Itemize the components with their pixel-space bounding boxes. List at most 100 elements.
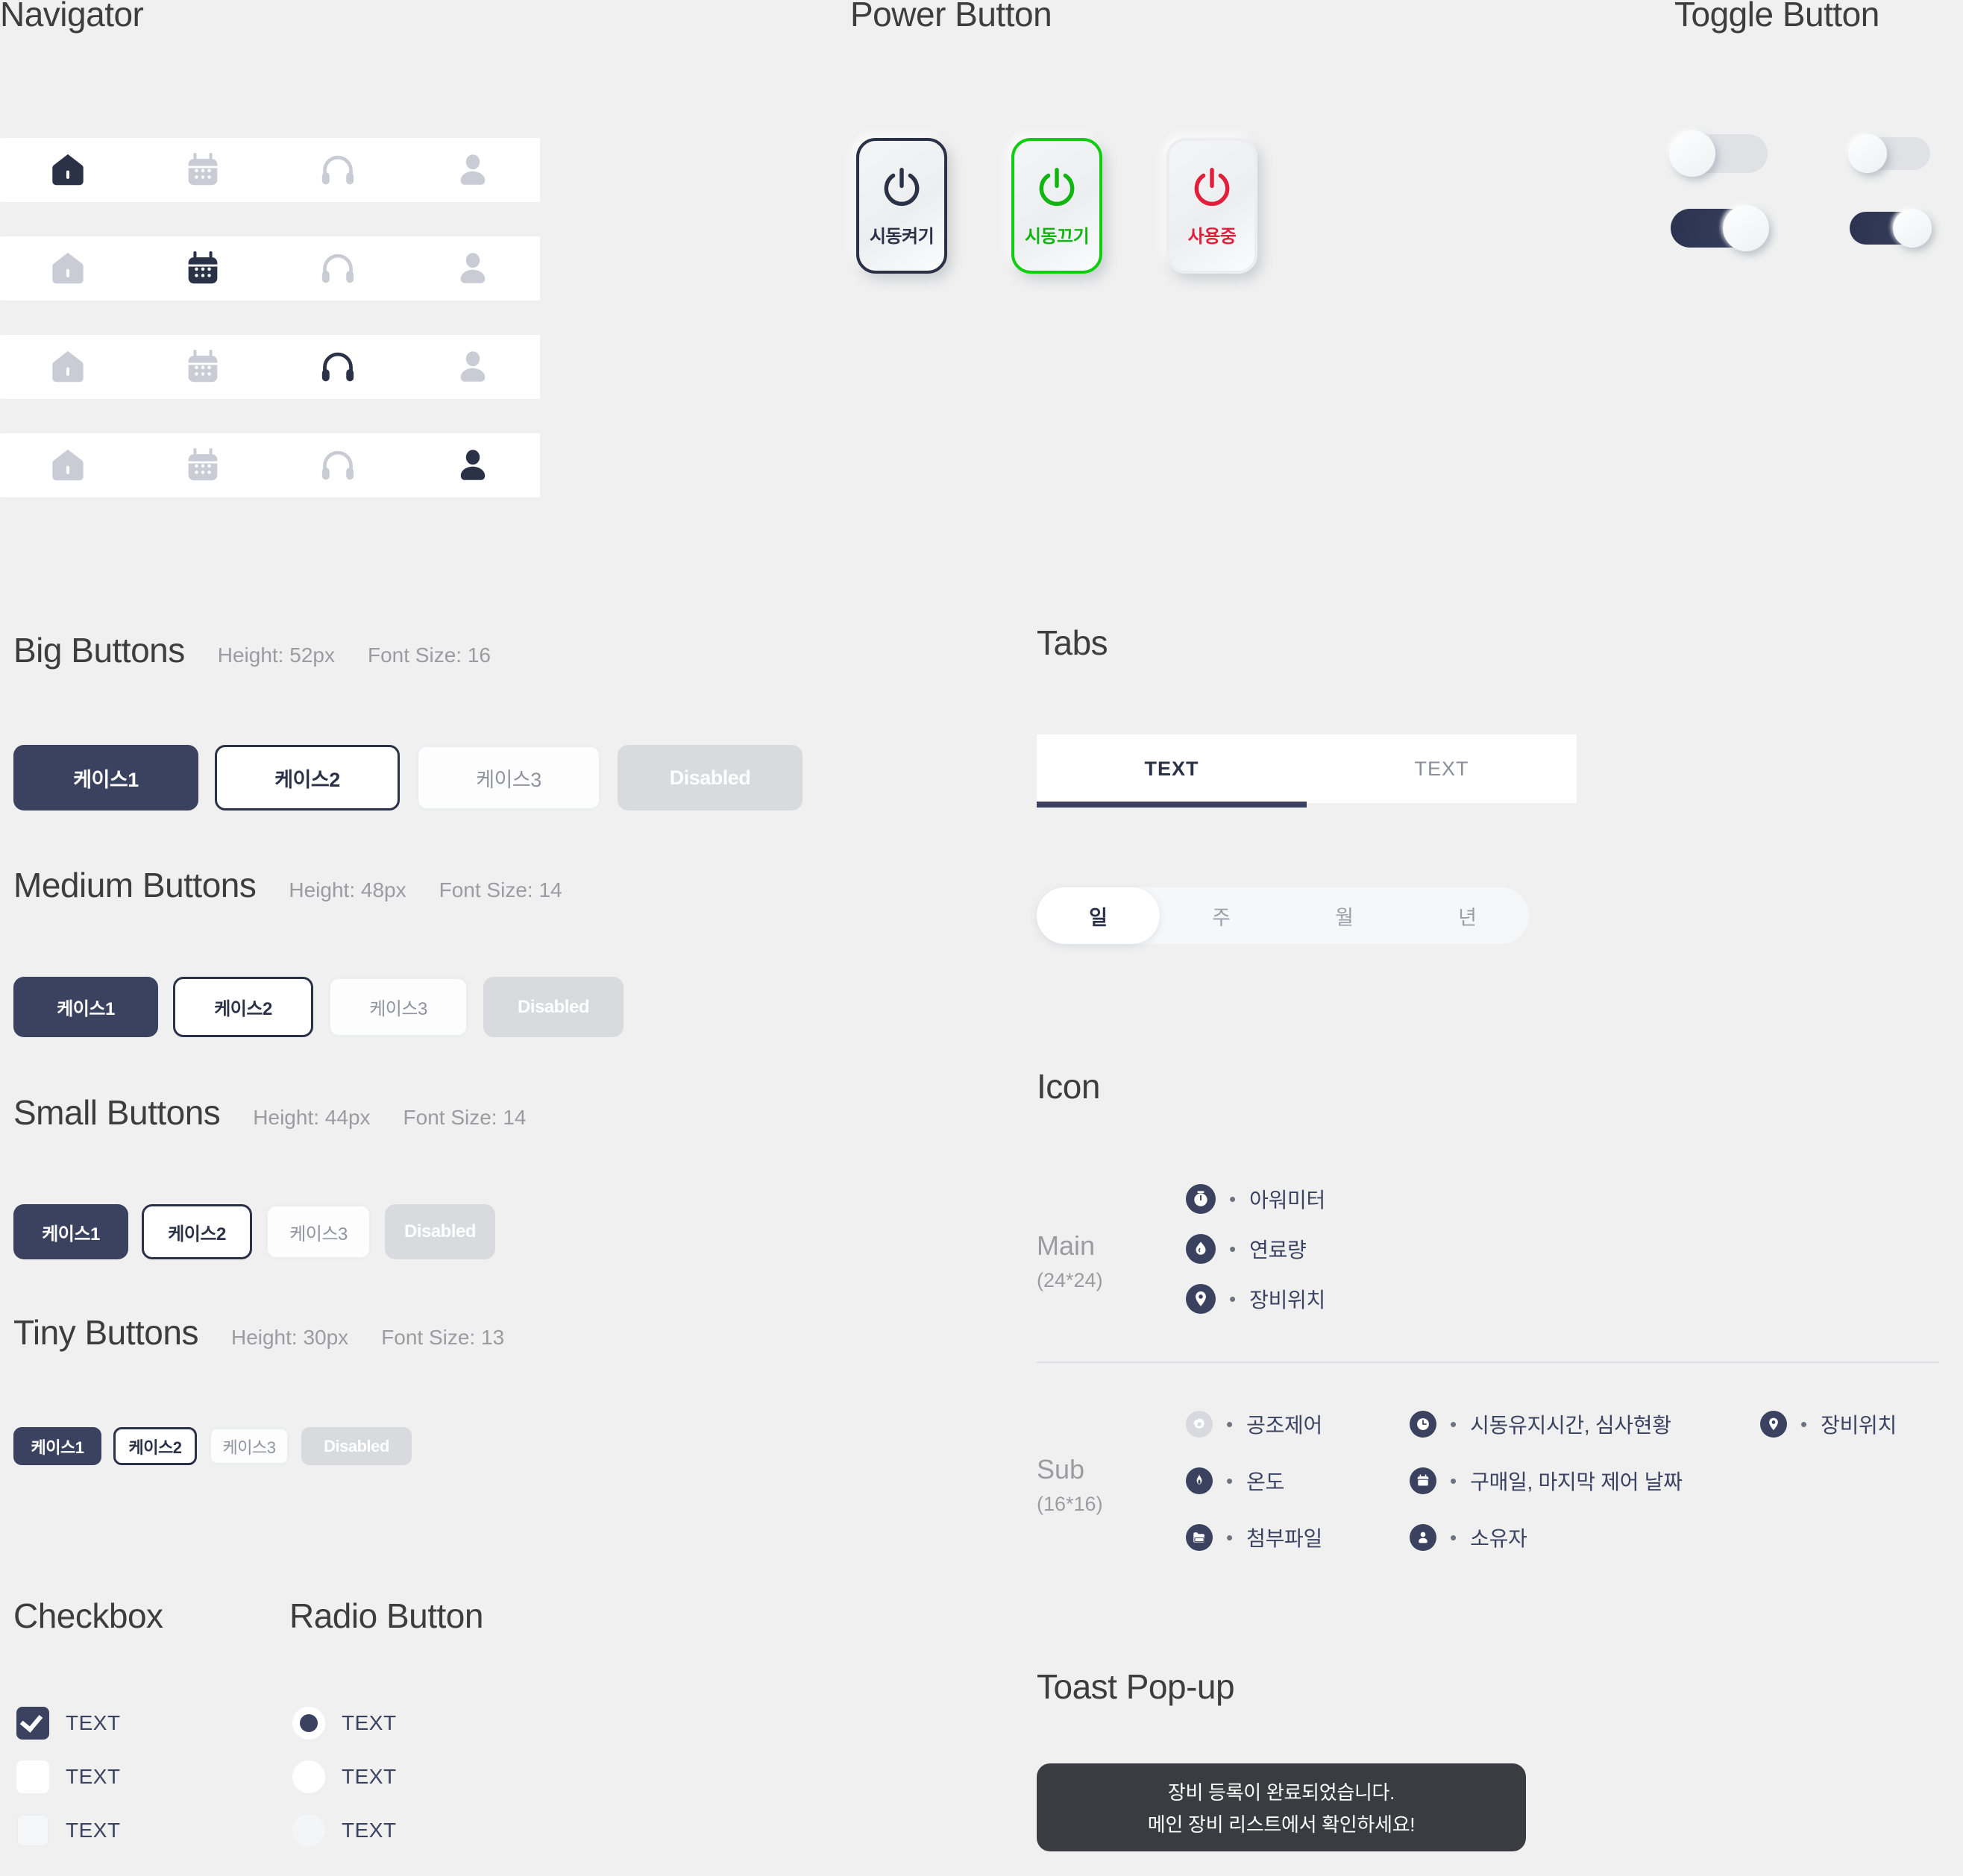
checkbox-label: TEXT [66,1819,121,1842]
bullet-dot: • [1450,1526,1457,1549]
radio-selected[interactable] [292,1707,325,1740]
person-icon [460,253,485,283]
nav-item-headset[interactable] [270,138,405,202]
checkbox-row[interactable]: TEXT [16,1750,121,1804]
nav-item-home[interactable] [0,138,135,202]
icon-section-title: Icon [1037,1067,1100,1106]
icon-row: • 공조제어 [1186,1409,1322,1439]
big-button-disabled: Disabled [618,745,803,810]
tiny-buttons-group: Tiny Buttons Height: 30px Font Size: 13 … [13,1312,504,1465]
medium-button-case1[interactable]: 케이스1 [13,977,158,1037]
toast-popup: 장비 등록이 완료되었습니다. 메인 장비 리스트에서 확인하세요! [1037,1763,1526,1851]
navigator-row[interactable] [0,138,540,202]
nav-item-headset[interactable] [270,236,405,300]
medium-buttons-title: Medium Buttons [13,866,257,904]
medium-button-case2[interactable]: 케이스2 [173,977,313,1037]
nav-item-headset[interactable] [270,335,405,399]
nav-item-headset[interactable] [270,433,405,497]
navigator-row[interactable] [0,433,540,497]
big-button-case1[interactable]: 케이스1 [13,745,198,810]
toggle-small-off[interactable] [1848,134,1930,173]
power-button-stop[interactable]: 시동끄기 [1011,138,1102,274]
small-button-case2[interactable]: 케이스2 [142,1204,252,1259]
checkbox-row[interactable]: TEXT [16,1696,121,1750]
medium-button-case3[interactable]: 케이스3 [328,977,468,1037]
small-button-case1[interactable]: 케이스1 [13,1204,128,1259]
icon-label: 온도 [1246,1470,1285,1493]
gauge-icon [1186,1184,1216,1214]
navigator-row[interactable] [0,335,540,399]
big-button-case3[interactable]: 케이스3 [416,745,601,810]
bullet-dot: • [1800,1413,1808,1435]
tab-text-2[interactable]: TEXT [1307,734,1577,803]
nav-item-person[interactable] [405,236,540,300]
nav-item-home[interactable] [0,335,135,399]
calendar-icon [188,350,217,383]
nav-item-calendar[interactable] [135,335,270,399]
pill-tab-day[interactable]: 일 [1037,887,1160,944]
check-icon [19,1709,43,1733]
tiny-button-case3[interactable]: 케이스3 [209,1427,289,1465]
checkbox-checked[interactable] [16,1707,49,1740]
icon-label: 구매일, 마지막 제어 날짜 [1470,1470,1683,1493]
nav-item-person[interactable] [405,138,540,202]
nav-item-calendar[interactable] [135,433,270,497]
power-button-inuse[interactable]: 사용중 [1166,138,1257,274]
radio-dot [300,1714,318,1732]
radio-label: TEXT [342,1711,397,1734]
radio-section-title: Radio Button [289,1596,483,1635]
toggle-knob [1848,134,1887,173]
tiny-buttons-fontsize: Font Size: 13 [381,1326,505,1349]
icon-main-size: (24*24) [1037,1269,1103,1291]
home-icon [51,449,84,481]
medium-button-disabled: Disabled [483,977,624,1037]
icon-label: 공조제어 [1246,1414,1322,1437]
pill-tab-month[interactable]: 월 [1283,887,1406,944]
icon-sub-label: Sub [1037,1454,1085,1485]
pill-tab-week[interactable]: 주 [1160,887,1283,944]
icon-label: 첨부파일 [1246,1527,1322,1550]
power-button-start[interactable]: 시동켜기 [856,138,947,274]
navigator-row[interactable] [0,236,540,300]
nav-item-person[interactable] [405,335,540,399]
calendar-icon [188,448,217,481]
power-button-label: 사용중 [1187,226,1237,247]
folder-icon [1186,1524,1213,1551]
icon-row: • 연료량 [1186,1234,1325,1264]
location-pin-icon [1186,1284,1216,1314]
icon-sub-column-2: • 시동유지시간, 심사현황 • 구매일, 마지막 제어 날짜 • 소유자 [1410,1409,1683,1552]
toast-section-title: Toast Pop-up [1037,1667,1235,1706]
nav-item-home[interactable] [0,236,135,300]
nav-item-home[interactable] [0,433,135,497]
small-buttons-title: Small Buttons [13,1093,221,1132]
toggle-large-off[interactable] [1669,130,1768,177]
icon-label: 연료량 [1249,1238,1307,1262]
radio-row[interactable]: TEXT [292,1696,397,1750]
tiny-button-case2[interactable]: 케이스2 [113,1427,197,1465]
power-icon [884,167,920,206]
checkbox-row: TEXT [16,1804,121,1857]
radio-unselected[interactable] [292,1760,325,1793]
underline-tabs: TEXT TEXT [1037,734,1577,808]
nav-item-calendar[interactable] [135,138,270,202]
big-button-case2[interactable]: 케이스2 [215,745,400,810]
nav-item-calendar[interactable] [135,236,270,300]
big-buttons-height: Height: 52px [217,643,335,667]
toggle-large-on[interactable] [1671,205,1769,251]
small-buttons-fontsize: Font Size: 14 [403,1106,527,1129]
toggle-small-on[interactable] [1850,209,1932,248]
icon-main-list: • 아워미터 • 연료량 • 장비위치 [1186,1184,1325,1314]
radio-row[interactable]: TEXT [292,1750,397,1804]
tab-text-1[interactable]: TEXT [1037,734,1307,808]
home-icon [51,252,84,284]
checkbox-unchecked[interactable] [16,1760,49,1793]
small-button-case3[interactable]: 케이스3 [266,1204,371,1259]
checkbox-disabled [16,1814,49,1847]
nav-item-person[interactable] [405,433,540,497]
headset-icon [321,254,354,283]
icon-sub-column-3: • 장비위치 [1760,1409,1897,1439]
fuel-drop-icon [1186,1234,1216,1264]
tiny-button-case1[interactable]: 케이스1 [13,1427,101,1465]
pill-tab-year[interactable]: 년 [1406,887,1529,944]
icon-sub-group-label-wrap: Sub (16*16) [1037,1454,1103,1516]
